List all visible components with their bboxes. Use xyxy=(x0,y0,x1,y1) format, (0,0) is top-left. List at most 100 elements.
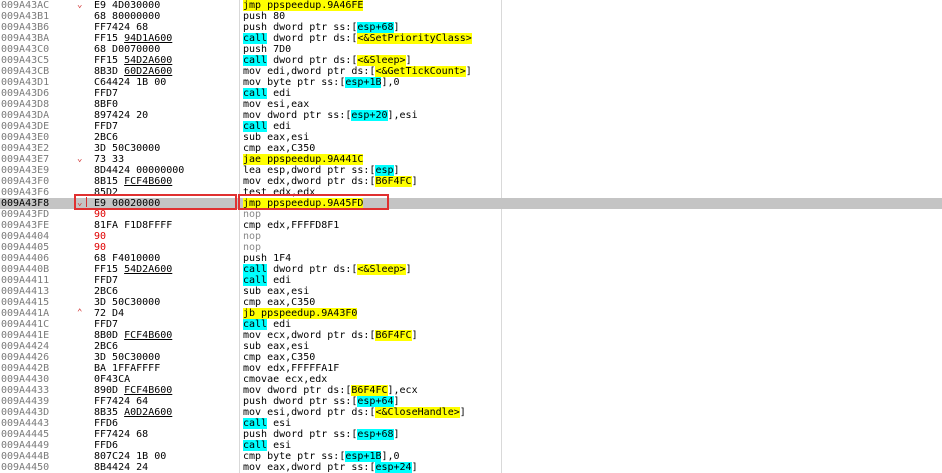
opcode-bytes-segment: 90 xyxy=(94,209,107,220)
disasm-row[interactable]: 009A4433 890D FCF4B600 mov dword ptr ds:[B… xyxy=(0,385,942,396)
disasm-row[interactable]: 009A43E2 3D 50C30000 cmp eax,C350 xyxy=(0,143,942,154)
address-cell: 009A43FE xyxy=(1,220,50,231)
instruction-segment: cmp byte ptr ss:[ xyxy=(243,451,346,462)
opcode-bytes-segment: FF7424 68 xyxy=(94,22,149,33)
address-cell: 009A443D xyxy=(1,407,50,418)
disasm-row[interactable]: 009A443D 8B35 A0D2A600 mov esi,dword ptr d… xyxy=(0,407,942,418)
disasm-row[interactable]: 009A43FD 90 nop xyxy=(0,209,942,220)
disasm-row[interactable]: 009A43D6 FFD7 call edi xyxy=(0,88,942,99)
disasm-row[interactable]: 009A43AC ⌄ E9 4D030000 jmp ppspeedup.9A46FE xyxy=(0,0,942,11)
disasm-row[interactable]: 009A43D8 8BF0 mov esi,eax xyxy=(0,99,942,110)
instruction-segment: sub eax,esi xyxy=(243,341,310,352)
address-cell: 009A43B1 xyxy=(1,11,50,22)
opcode-bytes-cell: FFD6 xyxy=(94,418,238,429)
disasm-row[interactable]: 009A43D1 C64424 1B 00 mov byte ptr ss:[esp… xyxy=(0,77,942,88)
instruction-cell: jae ppspeedup.9A441C xyxy=(243,154,513,165)
disasm-row[interactable]: 009A43BA FF15 94D1A600 call dword ptr ds:[… xyxy=(0,33,942,44)
disasm-row[interactable]: 009A4404 90 nop xyxy=(0,231,942,242)
opcode-bytes-segment: 68 F4010000 xyxy=(94,253,161,264)
disasm-row[interactable]: 009A4443 FFD6 call esi xyxy=(0,418,942,429)
disasm-row[interactable]: 009A442B BA 1FFAFFFF mov edx,FFFFFA1F xyxy=(0,363,942,374)
address-cell: 009A43DA xyxy=(1,110,50,121)
address-cell: 009A4404 xyxy=(1,231,50,242)
address-cell: 009A4406 xyxy=(1,253,50,264)
opcode-bytes-cell: 3D 50C30000 xyxy=(94,352,238,363)
opcode-bytes-segment: 8BF0 xyxy=(94,99,119,110)
instruction-segment: jb ppspeedup.9A43F0 xyxy=(243,308,358,319)
instruction-cell: mov eax,dword ptr ss:[esp+24] xyxy=(243,462,513,473)
opcode-bytes-segment: 81FA F1D8FFFF xyxy=(94,220,173,231)
instruction-segment: push dword ptr ss:[ xyxy=(243,429,358,440)
instruction-cell: call dword ptr ds:[<&Sleep>] xyxy=(243,55,513,66)
opcode-bytes-cell: FFD6 xyxy=(94,440,238,451)
opcode-bytes-segment: 2BC6 xyxy=(94,132,119,143)
disasm-row[interactable]: 009A4406 68 F4010000 push 1F4 xyxy=(0,253,942,264)
disasm-row[interactable]: 009A4411 FFD7 call edi xyxy=(0,275,942,286)
disasm-row[interactable]: 009A4450 8B4424 24 mov eax,dword ptr ss:[e… xyxy=(0,462,942,473)
address-cell: 009A43FD xyxy=(1,209,50,220)
disasm-row[interactable]: 009A43CB 8B3D 60D2A600 mov edi,dword ptr d… xyxy=(0,66,942,77)
disasm-row[interactable]: 009A43E0 2BC6 sub eax,esi xyxy=(0,132,942,143)
instruction-segment: sub eax,esi xyxy=(243,132,310,143)
disasm-row[interactable]: 009A4426 3D 50C30000 cmp eax,C350 xyxy=(0,352,942,363)
disasm-row[interactable]: 009A4439 FF7424 64 push dword ptr ss:[esp+… xyxy=(0,396,942,407)
address-cell: 009A4439 xyxy=(1,396,50,407)
disasm-row[interactable]: 009A43FE 81FA F1D8FFFF cmp edx,FFFFD8F1 xyxy=(0,220,942,231)
opcode-bytes-cell: FFD7 xyxy=(94,121,238,132)
address-cell: 009A43E7 xyxy=(1,154,50,165)
disasm-row[interactable]: 009A43F0 8B15 FCF4B600 mov edx,dword ptr d… xyxy=(0,176,942,187)
address-cell: 009A43CB xyxy=(1,66,50,77)
opcode-bytes-segment: FF15 xyxy=(94,33,125,44)
opcode-bytes-segment: 8B15 xyxy=(94,176,125,187)
opcode-bytes-cell: 8B0D FCF4B600 xyxy=(94,330,238,341)
opcode-bytes-cell: 3D 50C30000 xyxy=(94,143,238,154)
opcode-bytes-cell: FF7424 68 xyxy=(94,429,238,440)
disasm-row[interactable]: 009A444B 807C24 1B 00 cmp byte ptr ss:[esp… xyxy=(0,451,942,462)
disasm-row[interactable]: 009A43E7 ⌄ 73 33 jae ppspeedup.9A441C xyxy=(0,154,942,165)
instruction-segment: mov edi,dword ptr ds:[ xyxy=(243,66,376,77)
address-cell: 009A4445 xyxy=(1,429,50,440)
disasm-row[interactable]: 009A43E9 8D4424 00000000 lea esp,dword ptr… xyxy=(0,165,942,176)
opcode-bytes-cell: FF7424 64 xyxy=(94,396,238,407)
instruction-segment: ] xyxy=(393,165,400,176)
instruction-segment: lea esp,dword ptr ss:[ xyxy=(243,165,376,176)
instruction-cell: mov edx,FFFFFA1F xyxy=(243,363,513,374)
disasm-row[interactable]: 009A441A ⌃ 72 D4 jb ppspeedup.9A43F0 xyxy=(0,308,942,319)
opcode-bytes-cell: 8D4424 00000000 xyxy=(94,165,238,176)
disasm-row[interactable]: 009A43B1 68 80000000 push 80 xyxy=(0,11,942,22)
address-cell: 009A4433 xyxy=(1,385,50,396)
instruction-segment: ] xyxy=(393,22,400,33)
instruction-segment: esp+20 xyxy=(351,110,388,121)
opcode-bytes-cell: E9 4D030000 xyxy=(94,0,238,11)
disasm-row[interactable]: 009A4415 3D 50C30000 cmp eax,C350 xyxy=(0,297,942,308)
instruction-segment: esi xyxy=(267,440,292,451)
disasm-row[interactable]: 009A4449 FFD6 call esi xyxy=(0,440,942,451)
address-cell: 009A441A xyxy=(1,308,50,319)
disasm-row[interactable]: 009A43B6 FF7424 68 push dword ptr ss:[esp+… xyxy=(0,22,942,33)
opcode-bytes-segment: 54D2A600 xyxy=(124,55,173,66)
opcode-bytes-cell: 72 D4 xyxy=(94,308,238,319)
disasm-row[interactable]: 009A441E 8B0D FCF4B600 mov ecx,dword ptr d… xyxy=(0,330,942,341)
opcode-bytes-segment: FFD7 xyxy=(94,275,119,286)
disasm-row[interactable]: 009A43C0 68 D0070000 push 7D0 xyxy=(0,44,942,55)
disasm-row[interactable]: 009A441C FFD7 call edi xyxy=(0,319,942,330)
disasm-row[interactable]: 009A43C5 FF15 54D2A600 call dword ptr ds:[… xyxy=(0,55,942,66)
disassembly-listing[interactable]: 009A43AC ⌄ E9 4D030000 jmp ppspeedup.9A46FE… xyxy=(0,0,942,473)
opcode-bytes-segment: A0D2A600 xyxy=(124,407,173,418)
instruction-segment: call xyxy=(243,440,268,451)
disasm-row[interactable]: 009A43DE FFD7 call edi xyxy=(0,121,942,132)
instruction-segment: B6F4FC xyxy=(375,176,412,187)
instruction-segment: <&GetTickCount> xyxy=(375,66,466,77)
disasm-row[interactable]: 009A4405 90 nop xyxy=(0,242,942,253)
instruction-segment: edi xyxy=(267,319,292,330)
disasm-row[interactable]: 009A43DA 897424 20 mov dword ptr ss:[esp+2… xyxy=(0,110,942,121)
disasm-row[interactable]: 009A4430 0F43CA cmovae ecx,edx xyxy=(0,374,942,385)
disasm-row[interactable]: 009A4445 FF7424 68 push dword ptr ss:[esp+… xyxy=(0,429,942,440)
disasm-row[interactable]: 009A4413 2BC6 sub eax,esi xyxy=(0,286,942,297)
instruction-cell: push dword ptr ss:[esp+68] xyxy=(243,22,513,33)
address-cell: 009A43C0 xyxy=(1,44,50,55)
disasm-row[interactable]: 009A440B FF15 54D2A600 call dword ptr ds:[… xyxy=(0,264,942,275)
instruction-cell: jb ppspeedup.9A43F0 xyxy=(243,308,513,319)
address-cell: 009A43AC xyxy=(1,0,50,11)
disasm-row[interactable]: 009A4424 2BC6 sub eax,esi xyxy=(0,341,942,352)
